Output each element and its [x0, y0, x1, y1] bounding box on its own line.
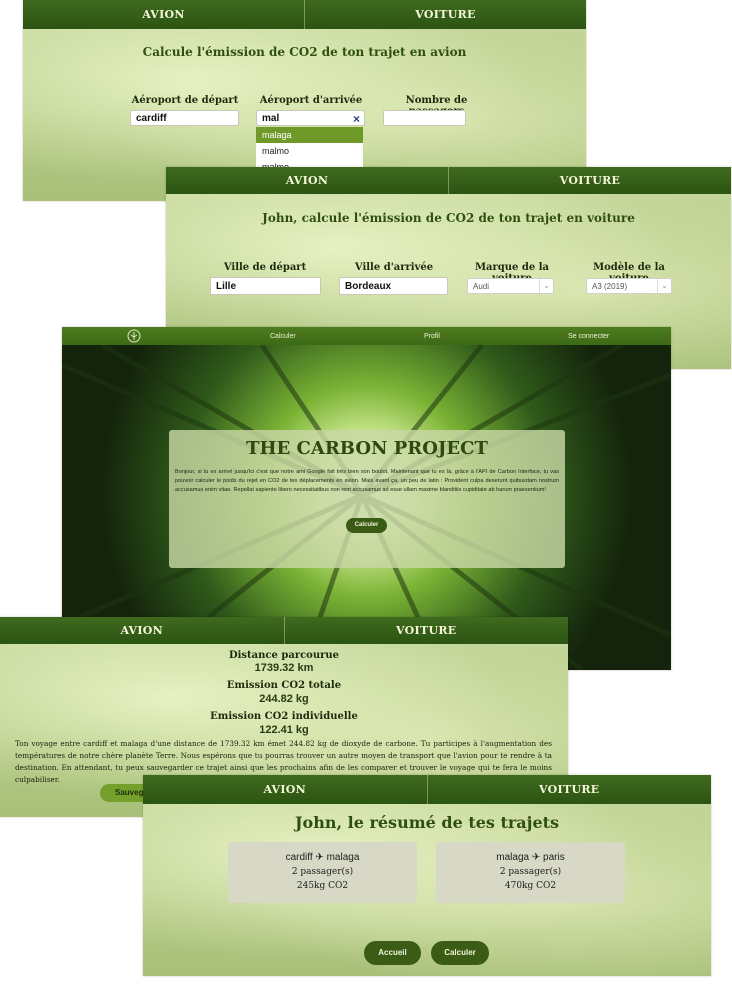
- individual-emission-value: 122.41 kg: [259, 724, 309, 736]
- trip-route: malaga ✈ paris: [436, 852, 625, 863]
- departure-airport-input[interactable]: cardiff: [130, 110, 239, 126]
- page-title: John, calcule l'émission de CO2 de ton t…: [262, 211, 635, 225]
- top-nav: Calculer Profil Se connecter: [62, 327, 671, 345]
- trip-route: cardiff ✈ malaga: [228, 852, 417, 863]
- nav-profil[interactable]: Profil: [424, 333, 440, 340]
- total-emission-value: 244.82 kg: [259, 693, 309, 705]
- calculer-button[interactable]: Calculer: [431, 941, 489, 965]
- plane-icon: ✈: [531, 852, 541, 863]
- arrival-airport-value: mal: [262, 113, 280, 124]
- arrival-airport-label: Aéroport d'arrivée: [259, 95, 363, 106]
- arrival-city-label: Ville d'arrivée: [354, 262, 434, 273]
- mode-tabs: AVION VOITURE: [23, 0, 586, 29]
- individual-emission-label: Emission CO2 individuelle: [210, 711, 358, 722]
- trip-to: paris: [543, 852, 565, 863]
- distance-label: Distance parcourue: [228, 650, 340, 661]
- trip-passengers: 2 passager(s): [291, 867, 354, 877]
- suggestion-item[interactable]: malmo: [256, 143, 363, 159]
- chevron-down-icon: ⌄: [539, 279, 553, 293]
- trip-card[interactable]: cardiff ✈ malaga 2 passager(s) 245kg CO2: [228, 842, 417, 903]
- trip-from: cardiff: [285, 852, 313, 863]
- car-brand-value: Audi: [473, 282, 490, 291]
- trip-passengers: 2 passager(s): [499, 867, 562, 877]
- mode-tabs: AVION VOITURE: [0, 617, 568, 644]
- trip-co2: 245kg CO2: [296, 881, 349, 891]
- tab-voiture[interactable]: VOITURE: [426, 775, 712, 804]
- airport-suggestions: malaga malmo malmo: [256, 127, 363, 167]
- tab-voiture[interactable]: VOITURE: [283, 617, 569, 644]
- trip-to: malaga: [326, 852, 360, 863]
- arrival-airport-input[interactable]: mal ×: [256, 110, 365, 126]
- logo-icon[interactable]: [127, 329, 141, 343]
- clear-icon[interactable]: ×: [353, 111, 360, 127]
- mode-tabs: AVION VOITURE: [166, 167, 731, 194]
- chevron-down-icon: ⌄: [657, 279, 671, 293]
- car-brand-select[interactable]: Audi ⌄: [467, 278, 554, 294]
- tab-avion[interactable]: AVION: [143, 775, 427, 804]
- departure-city-label: Ville de départ: [223, 262, 307, 273]
- home-button[interactable]: Accueil: [364, 941, 421, 965]
- summary-panel: AVION VOITURE John, le résumé de tes tra…: [143, 775, 711, 976]
- trip-co2: 470kg CO2: [504, 881, 557, 891]
- departure-airport-label: Aéroport de départ: [131, 95, 239, 106]
- trip-card[interactable]: malaga ✈ paris 2 passager(s) 470kg CO2: [436, 842, 625, 903]
- distance-value: 1739.32 km: [254, 662, 314, 674]
- tab-avion[interactable]: AVION: [0, 617, 284, 644]
- trip-from: malaga: [496, 852, 530, 863]
- site-title: THE CARBON PROJECT: [246, 438, 488, 459]
- tab-voiture[interactable]: VOITURE: [448, 167, 731, 194]
- car-model-select[interactable]: A3 (2019) ⌄: [586, 278, 672, 294]
- intro-text: Bonjour, si tu es arrivé jusqu'ici c'est…: [175, 469, 559, 493]
- suggestion-item[interactable]: malaga: [256, 127, 363, 143]
- suggestion-item[interactable]: malmo: [256, 159, 363, 167]
- tab-avion[interactable]: AVION: [166, 167, 448, 194]
- intro-card: THE CARBON PROJECT Bonjour, si tu es arr…: [169, 430, 565, 568]
- tab-voiture[interactable]: VOITURE: [304, 0, 586, 29]
- passengers-input[interactable]: [383, 110, 466, 126]
- departure-city-input[interactable]: Lille: [210, 277, 321, 295]
- arrival-city-input[interactable]: Bordeaux: [339, 277, 448, 295]
- page-title: John, le résumé de tes trajets: [294, 813, 560, 832]
- total-emission-label: Emission CO2 totale: [226, 680, 342, 691]
- calculer-button[interactable]: Calculer: [346, 518, 387, 533]
- nav-connect[interactable]: Se connecter: [568, 333, 609, 340]
- page-title: Calcule l'émission de CO2 de ton trajet …: [142, 45, 467, 59]
- mode-tabs: AVION VOITURE: [143, 775, 711, 804]
- car-model-value: A3 (2019): [592, 282, 628, 291]
- tab-avion[interactable]: AVION: [23, 0, 304, 29]
- plane-icon: ✈: [315, 852, 324, 863]
- nav-calculer[interactable]: Calculer: [270, 333, 296, 340]
